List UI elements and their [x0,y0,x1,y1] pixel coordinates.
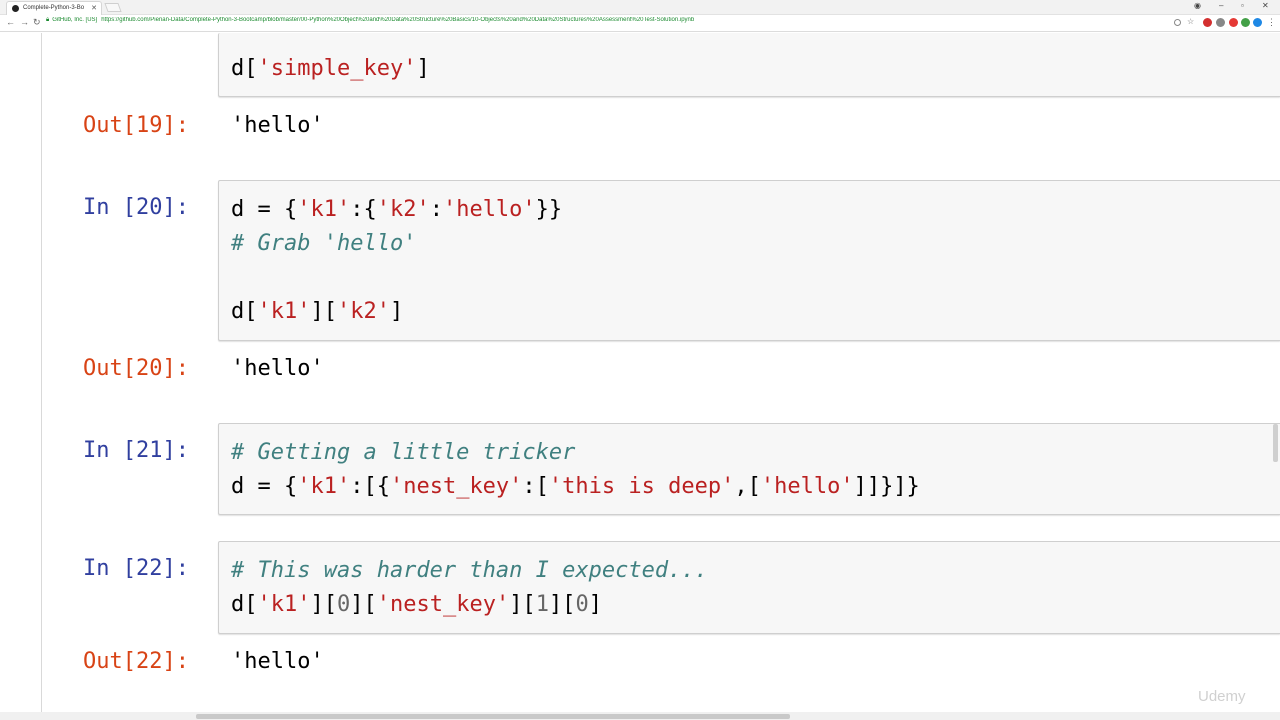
menu-icon[interactable]: ⋮ [1267,17,1276,28]
extension-green-icon[interactable] [1241,18,1250,27]
star-icon[interactable]: ☆ [1187,17,1194,26]
out-prompt-20: Out[20]: [83,356,189,381]
vertical-scrollbar[interactable] [1273,424,1278,462]
minimize-icon[interactable]: – [1219,1,1223,10]
output-22: 'hello' [231,649,324,674]
back-icon[interactable]: ← [6,17,15,27]
extension-record-icon[interactable] [1229,18,1238,27]
close-window-icon[interactable]: ✕ [1262,1,1269,10]
code-line: d['simple_key'] [231,56,430,81]
out-prompt-22: Out[22]: [83,649,189,674]
in-prompt-22: In [22]: [83,556,189,581]
code-cell-22[interactable]: # This was harder than I expected... d['… [218,541,1280,634]
site-identity: GitHub, Inc. [US] [52,17,98,23]
browser-tab[interactable]: Complete-Python-3-Bo ✕ [6,1,102,15]
github-icon [12,5,19,12]
code-cell-19[interactable]: d['simple_key'] [218,33,1280,97]
code-cell-21[interactable]: # Getting a little tricker d = {'k1':[{'… [218,423,1280,515]
horizontal-scrollbar[interactable] [196,714,790,719]
browser-titlebar: Complete-Python-3-Bo ✕ ◉ – ▫ ✕ [0,0,1280,15]
output-20: 'hello' [231,356,324,381]
maximize-icon[interactable]: ▫ [1241,1,1244,10]
forward-icon[interactable]: → [20,17,29,27]
udemy-watermark: Udemy [1198,688,1246,705]
code-cell-20[interactable]: d = {'k1':{'k2':'hello'}} # Grab 'hello'… [218,180,1280,341]
new-tab-button[interactable] [104,3,122,12]
tab-title: Complete-Python-3-Bo [23,5,85,11]
address-bar[interactable]: 🔒︎ GitHub, Inc. [US] https://github.com/Pi… [46,17,1196,30]
output-19: 'hello' [231,113,324,138]
code-block: d = {'k1':{'k2':'hello'}} # Grab 'hello'… [231,197,563,324]
notebook-left-border [41,33,42,713]
extension-gray-icon[interactable] [1216,18,1225,27]
close-tab-icon[interactable]: ✕ [91,4,97,12]
extension-red-icon[interactable] [1203,18,1212,27]
reload-icon[interactable]: ↻ [33,17,41,28]
code-block: # This was harder than I expected... d['… [231,558,708,617]
browser-toolbar: ← → ↻ 🔒︎ GitHub, Inc. [US] https://github.… [0,15,1280,32]
search-icon[interactable] [1174,19,1181,26]
profile-icon[interactable]: ◉ [1194,1,1201,10]
url-text: https://github.com/Pierian-Data/Complete… [101,17,695,23]
extension-blue-icon[interactable] [1253,18,1262,27]
in-prompt-20: In [20]: [83,195,189,220]
lock-icon: 🔒︎ [46,17,50,23]
in-prompt-21: In [21]: [83,438,189,463]
out-prompt-19: Out[19]: [83,113,189,138]
code-block: # Getting a little tricker d = {'k1':[{'… [231,440,920,499]
